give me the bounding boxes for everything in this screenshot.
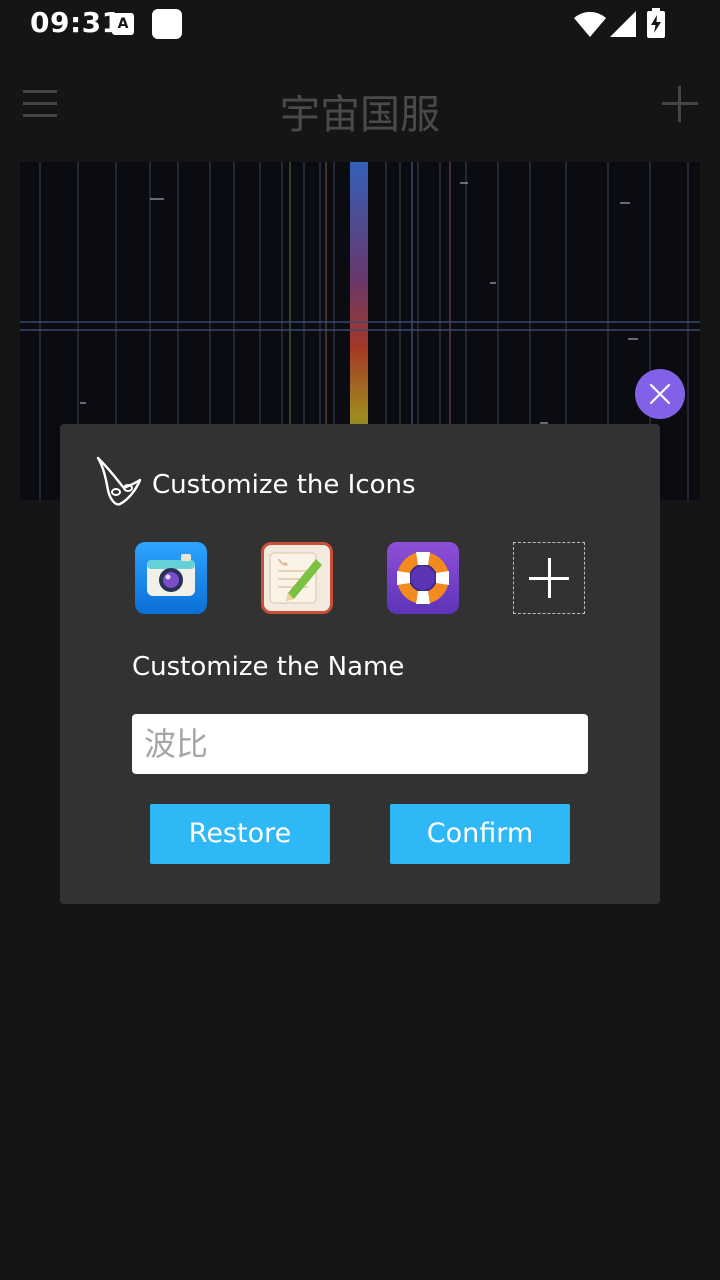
name-input[interactable] [132,714,588,774]
app-bar: 宇宙国服 [0,60,720,150]
signal-icon [610,11,636,37]
battery-charging-icon [647,8,665,38]
page-title: 宇宙国服 [280,92,440,138]
close-icon [649,383,671,405]
name-label: Customize the Name [132,652,405,682]
close-button[interactable] [635,369,685,419]
status-bar: 09:31 A [0,0,720,48]
confirm-button[interactable]: Confirm [390,804,570,864]
mask-logo-icon [96,456,142,506]
notification-square-icon [152,9,182,39]
customize-dialog: Customize the Icons Customize the Name 波… [60,424,660,904]
notification-a-icon: A [112,13,134,35]
lifebuoy-app-icon[interactable] [387,542,459,614]
restore-button[interactable]: Restore [150,804,330,864]
dialog-title: Customize the Icons [152,470,416,500]
wifi-icon [574,11,606,38]
add-icon[interactable] [662,86,698,122]
status-time: 09:31 [30,6,122,39]
notes-app-icon[interactable] [261,542,333,614]
add-icon-button[interactable] [513,542,585,614]
camera-app-icon[interactable] [135,542,207,614]
